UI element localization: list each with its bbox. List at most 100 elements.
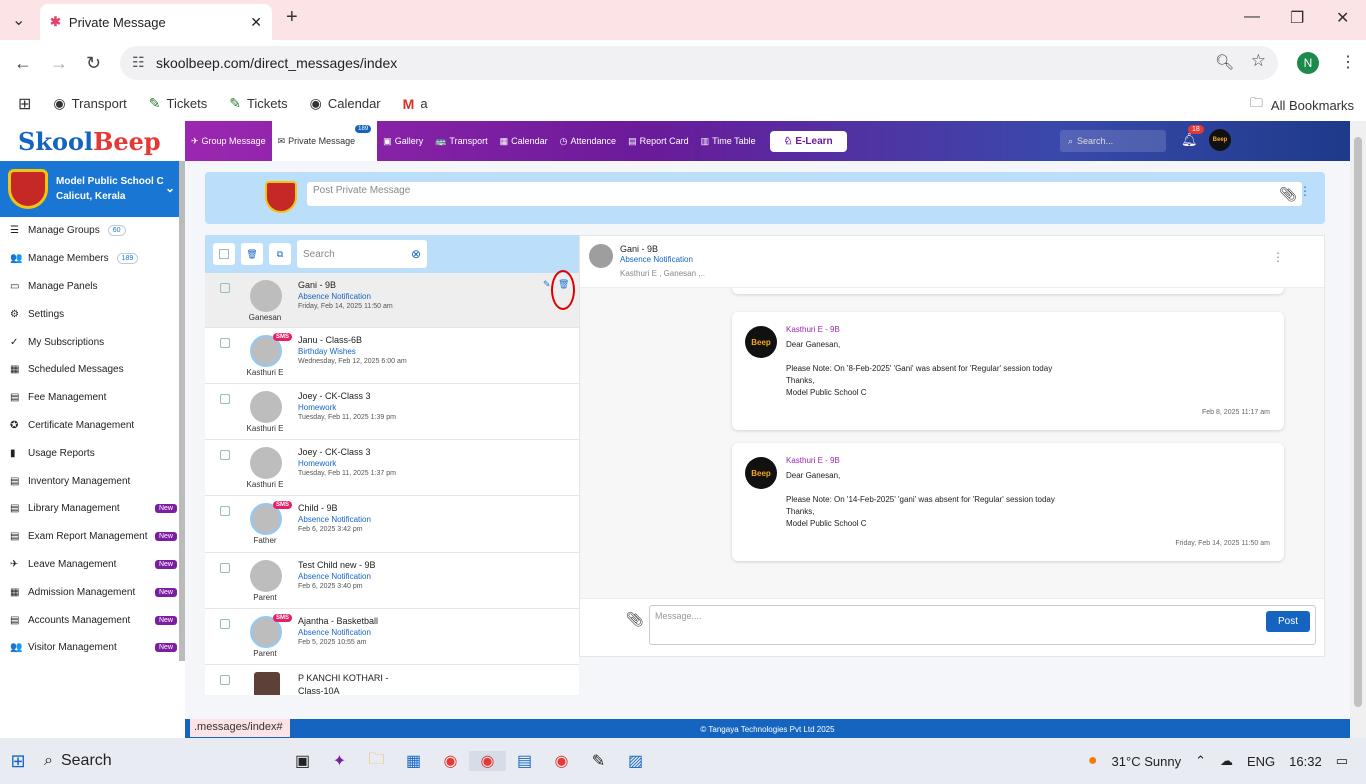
- message-input[interactable]: Message....: [649, 605, 1316, 645]
- list-item[interactable]: SMS Parent Ajantha - Basketball Absence N…: [205, 609, 579, 665]
- row-checkbox[interactable]: [220, 394, 230, 404]
- nav-time-table[interactable]: ▥ Time Table: [695, 121, 762, 161]
- photos-icon[interactable]: ▨: [617, 751, 654, 771]
- network-icon[interactable]: ☁: [1220, 753, 1233, 769]
- copilot-icon[interactable]: ✦: [321, 751, 358, 771]
- sidebar-item[interactable]: ▤ Library Management New: [0, 495, 185, 523]
- user-avatar[interactable]: Beep: [1209, 129, 1231, 151]
- nav-gallery[interactable]: ▣ Gallery: [377, 121, 429, 161]
- sidebar-item[interactable]: ⚙ Settings: [0, 300, 185, 328]
- post-options-icon[interactable]: ⋮: [1299, 184, 1311, 198]
- sidebar-item[interactable]: 👥 Manage Members 189: [0, 245, 185, 273]
- chrome-profile-icon[interactable]: ◉: [543, 751, 580, 771]
- bookmark-tickets-1[interactable]: ✎ Tickets: [149, 95, 207, 112]
- nav-calendar[interactable]: ▦ Calendar: [494, 121, 554, 161]
- list-search-input[interactable]: Search ⊗: [297, 240, 427, 268]
- language-indicator[interactable]: ENG: [1247, 754, 1275, 769]
- sidebar-item[interactable]: ☰ Manage Groups 60: [0, 217, 185, 245]
- all-bookmarks[interactable]: 🗀 All Bookmarks: [1250, 94, 1354, 116]
- row-checkbox[interactable]: [220, 563, 230, 573]
- list-item[interactable]: P KANCHI KOTHARI - Class-10A: [205, 665, 579, 695]
- list-item[interactable]: Kasthuri E Joey - CK-Class 3 Homework Tu…: [205, 384, 579, 440]
- browser-tab[interactable]: ✱ Private Message ✕: [40, 4, 272, 40]
- bookmark-transport[interactable]: ◉ Transport: [53, 95, 126, 112]
- reload-icon[interactable]: ↻: [86, 53, 101, 74]
- sidebar-item[interactable]: ▦ Admission Management New: [0, 578, 185, 606]
- sidebar-item[interactable]: ▮ Usage Reports: [0, 439, 185, 467]
- paint-icon[interactable]: ✎: [580, 751, 617, 771]
- chrome-active-icon[interactable]: ◉: [469, 751, 506, 771]
- list-item[interactable]: Kasthuri E Joey - CK-Class 3 Homework Tu…: [205, 440, 579, 496]
- browser-menu-icon[interactable]: ⋮: [1340, 52, 1356, 72]
- taskbar-search[interactable]: ⌕ Search: [44, 752, 284, 770]
- sidebar-item[interactable]: ▤ Accounts Management New: [0, 606, 185, 634]
- sidebar-item[interactable]: ✪ Certificate Management: [0, 412, 185, 440]
- sidebar-item[interactable]: ▤ Fee Management: [0, 384, 185, 412]
- conversation-options-icon[interactable]: ⋮: [1272, 250, 1284, 264]
- attach-file-icon[interactable]: 📎︎: [626, 611, 644, 628]
- bookmark-star-icon[interactable]: ☆: [1251, 51, 1266, 71]
- store-icon[interactable]: ▦: [395, 751, 432, 771]
- site-info-icon[interactable]: ☷: [132, 54, 145, 71]
- sidebar-item[interactable]: ✈ Leave Management New: [0, 551, 185, 579]
- task-view-icon[interactable]: ▣: [284, 751, 321, 771]
- apps-grid-icon[interactable]: ⊞: [18, 94, 31, 114]
- row-checkbox[interactable]: [220, 283, 230, 293]
- post-private-message-input[interactable]: Post Private Message: [307, 182, 1302, 206]
- nav-transport[interactable]: 🚌 Transport: [429, 121, 493, 161]
- minimize-icon[interactable]: —: [1244, 8, 1260, 26]
- weather-icon[interactable]: ●: [1088, 752, 1098, 770]
- row-checkbox[interactable]: [220, 619, 230, 629]
- clear-search-icon[interactable]: ⊗: [411, 247, 421, 261]
- archive-icon[interactable]: ⧉: [269, 243, 291, 265]
- bookmark-tickets-2[interactable]: ✎ Tickets: [229, 95, 287, 112]
- notification-center-icon[interactable]: ▭: [1336, 753, 1348, 769]
- windows-start-icon[interactable]: ⊞: [0, 751, 36, 772]
- tray-chevron-icon[interactable]: ⌃: [1195, 753, 1206, 769]
- profile-avatar[interactable]: N: [1297, 52, 1319, 74]
- notepad-icon[interactable]: ▤: [506, 751, 543, 771]
- url-field[interactable]: ☷ skoolbeep.com/direct_messages/index 🔍︎…: [120, 46, 1278, 80]
- row-checkbox[interactable]: [220, 506, 230, 516]
- list-item[interactable]: SMS Kasthuri E Janu - Class-6B Birthday W…: [205, 328, 579, 384]
- list-item[interactable]: SMS Father Child - 9B Absence Notificatio…: [205, 496, 579, 553]
- clock[interactable]: 16:32: [1289, 754, 1322, 769]
- nav-attendance[interactable]: ◷ Attendance: [554, 121, 622, 161]
- post-button[interactable]: Post: [1266, 611, 1311, 632]
- attach-icon[interactable]: 📎︎: [1279, 186, 1297, 203]
- chrome-icon[interactable]: ◉: [432, 751, 469, 771]
- list-item[interactable]: Ganesan Gani - 9B Absence Notification F…: [205, 270, 579, 328]
- bell-icon[interactable]: 🔔︎: [1181, 132, 1198, 148]
- page-scrollbar[interactable]: [1350, 121, 1366, 738]
- row-checkbox[interactable]: [220, 675, 230, 685]
- nav-group-message[interactable]: ✈ Group Message: [185, 121, 272, 161]
- bookmark-gmail[interactable]: Ma: [403, 96, 428, 112]
- window-close-icon[interactable]: ✕: [1336, 8, 1349, 28]
- sidebar-item[interactable]: ▦ Scheduled Messages: [0, 356, 185, 384]
- nav-report-card[interactable]: ▤ Report Card: [622, 121, 695, 161]
- sidebar-item[interactable]: ▭ Manage Panels: [0, 273, 185, 301]
- sidebar-scrollbar[interactable]: [179, 161, 185, 661]
- zoom-icon[interactable]: 🔍︎: [1215, 53, 1234, 71]
- elearn-button[interactable]: ♘ E-Learn: [769, 130, 847, 152]
- sidebar-item[interactable]: ▤ Exam Report Management New: [0, 523, 185, 551]
- top-search-input[interactable]: ⌕ Search...: [1060, 130, 1166, 152]
- forward-icon[interactable]: →: [50, 53, 68, 74]
- row-checkbox[interactable]: [220, 338, 230, 348]
- nav-private-message[interactable]: ✉ Private Message 189: [271, 121, 378, 161]
- row-checkbox[interactable]: [220, 450, 230, 460]
- tab-list-chevron-icon[interactable]: ⌄: [12, 10, 25, 30]
- delete-icon[interactable]: 🗑︎: [241, 243, 263, 265]
- select-all-checkbox[interactable]: [213, 243, 235, 265]
- bookmark-calendar[interactable]: ◉ Calendar: [310, 95, 381, 112]
- close-tab-icon[interactable]: ✕: [250, 14, 262, 31]
- edit-icon[interactable]: ✎: [543, 279, 551, 290]
- sidebar-item[interactable]: ▤ Inventory Management: [0, 467, 185, 495]
- file-explorer-icon[interactable]: 🗀: [358, 748, 395, 775]
- sidebar-item[interactable]: ✓ My Subscriptions: [0, 328, 185, 356]
- list-item[interactable]: Parent Test Child new - 9B Absence Notif…: [205, 553, 579, 609]
- school-selector[interactable]: Model Public School C Calicut, Kerala ⌄: [0, 161, 185, 217]
- skoolbeep-logo[interactable]: Skool Beep: [0, 121, 185, 161]
- back-icon[interactable]: ←: [14, 53, 32, 74]
- sidebar-item[interactable]: 👥 Visitor Management New: [0, 634, 185, 662]
